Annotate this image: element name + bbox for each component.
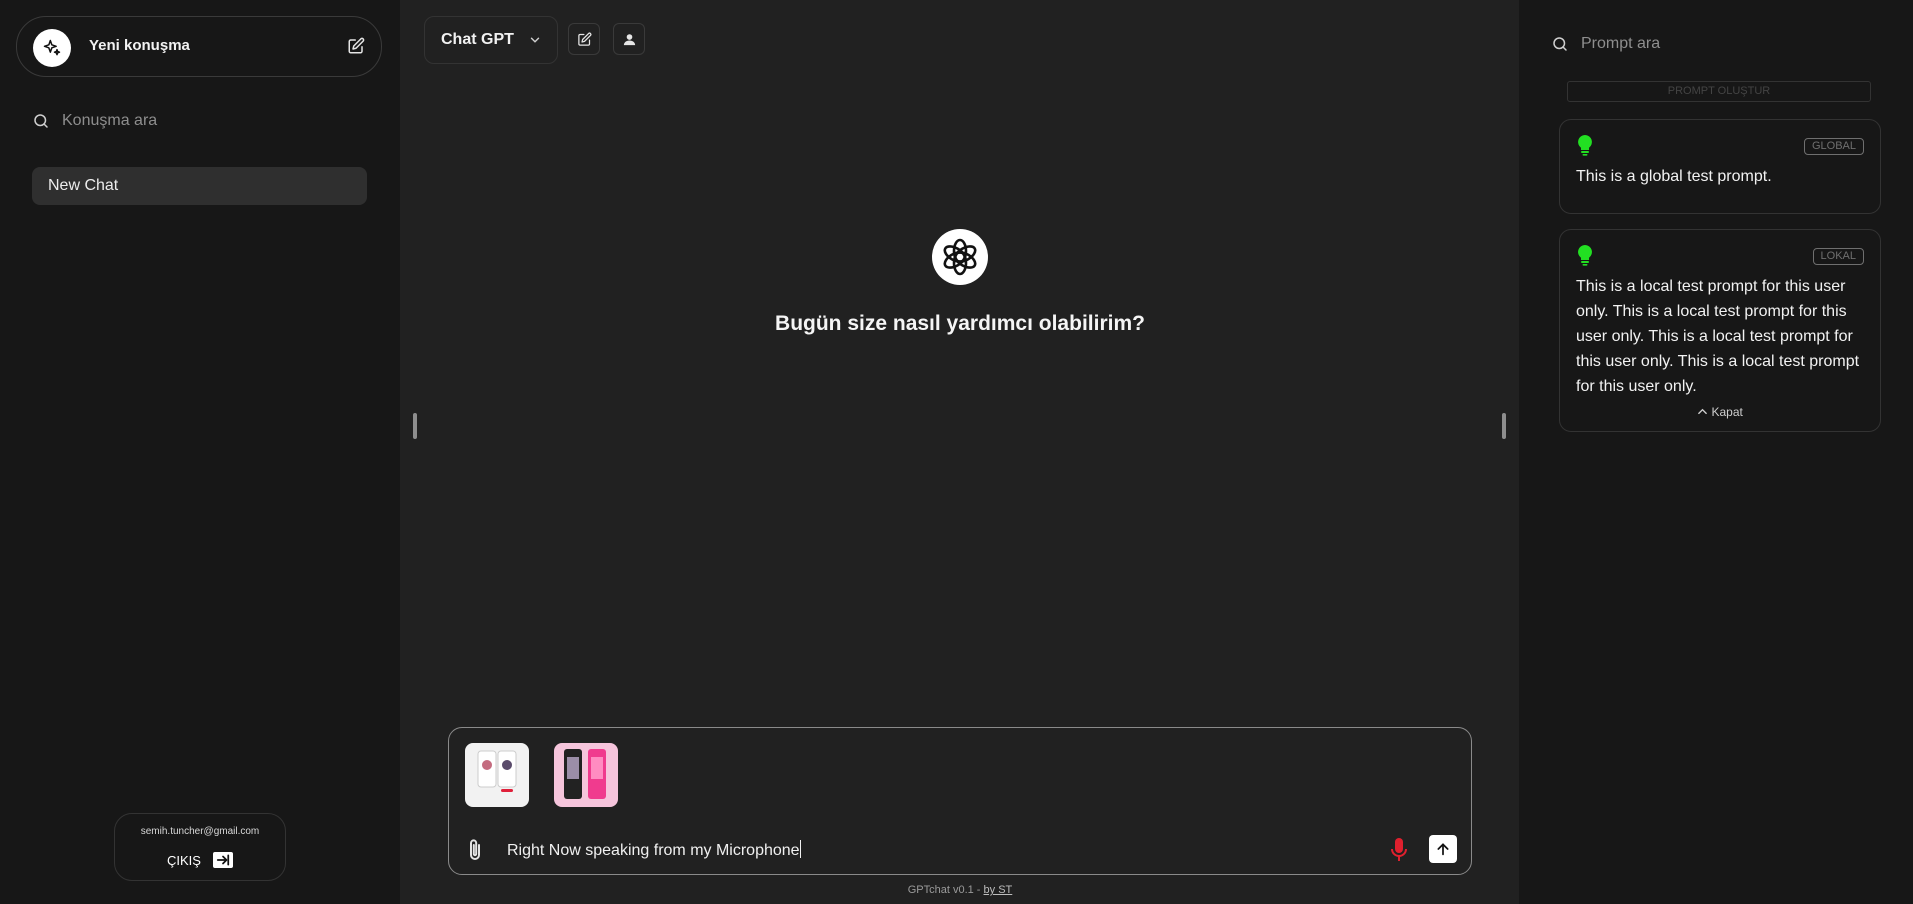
logout-label: ÇIKIŞ [167,852,201,868]
new-chat-button[interactable]: Yeni konuşma [16,16,382,77]
sparkle-icon [33,29,71,67]
message-composer: Right Now speaking from my Microphone [448,727,1472,875]
model-selector[interactable]: Chat GPT [424,16,558,64]
conversation-search[interactable]: Konuşma ara [32,112,157,130]
prompt-scope-badge: LOKAL [1812,248,1864,265]
arrow-up-icon [1437,843,1449,856]
logout-icon [212,852,233,868]
chevron-down-icon [530,37,540,43]
prompt-search[interactable]: Prompt ara [1551,35,1660,53]
profile-button[interactable] [613,23,645,55]
model-name: Chat GPT [441,31,514,48]
message-input[interactable]: Right Now speaking from my Microphone [507,840,801,860]
new-chat-title: Yeni konuşma [89,37,190,54]
footer-author-link[interactable]: by ST [984,884,1013,896]
image-preview-icon [564,749,606,799]
user-card: semih.tuncher@gmail.com ÇIKIŞ [114,813,286,881]
edit-icon[interactable] [345,35,367,57]
paperclip-icon[interactable] [465,838,485,862]
lightbulb-icon [1578,245,1592,266]
attachment-thumbnail[interactable] [554,743,618,807]
user-icon [623,33,635,45]
logout-button[interactable]: ÇIKIŞ [115,852,285,868]
prompt-scope-badge: GLOBAL [1803,138,1864,155]
right-resize-handle[interactable] [1502,413,1506,439]
right-sidebar: Prompt ara PROMPT OLUŞTUR GLOBAL This is… [1519,0,1913,904]
prompt-card-global[interactable]: GLOBAL This is a global test prompt. [1559,119,1881,214]
left-sidebar: Yeni konuşma Konuşma ara New Chat semih.… [0,0,400,904]
collapse-label: Kapat [1711,405,1743,419]
send-button[interactable] [1429,835,1457,863]
search-icon [1553,37,1567,51]
collapse-button[interactable]: Kapat [1560,405,1880,419]
microphone-icon[interactable] [1389,836,1409,864]
chevron-up-icon [1698,408,1707,415]
create-prompt-button[interactable]: PROMPT OLUŞTUR [1567,81,1871,102]
prompt-search-label: Prompt ara [1581,35,1661,52]
openai-logo-icon [932,229,988,285]
welcome-headline: Bugün size nasıl yardımcı olabilirim? [775,312,1145,335]
user-email: semih.tuncher@gmail.com [140,826,260,837]
prompt-text: This is a local test prompt for this use… [1576,278,1860,395]
new-chat-edit-button[interactable] [568,23,600,55]
chat-list-item[interactable]: New Chat [32,167,367,205]
attachment-thumbnail[interactable] [465,743,529,807]
prompt-text: This is a global test prompt. [1576,168,1772,185]
message-input-text: Right Now speaking from my Microphone [507,842,800,859]
prompt-card-local[interactable]: LOKAL This is a local test prompt for th… [1559,229,1881,432]
edit-icon [577,32,591,46]
search-icon [34,114,48,128]
left-resize-handle[interactable] [413,413,417,439]
conversation-search-label: Konuşma ara [62,112,158,129]
lightbulb-icon [1578,135,1592,156]
footer-version: GPTchat v0.1 - [907,884,984,896]
image-preview-icon [477,750,517,792]
